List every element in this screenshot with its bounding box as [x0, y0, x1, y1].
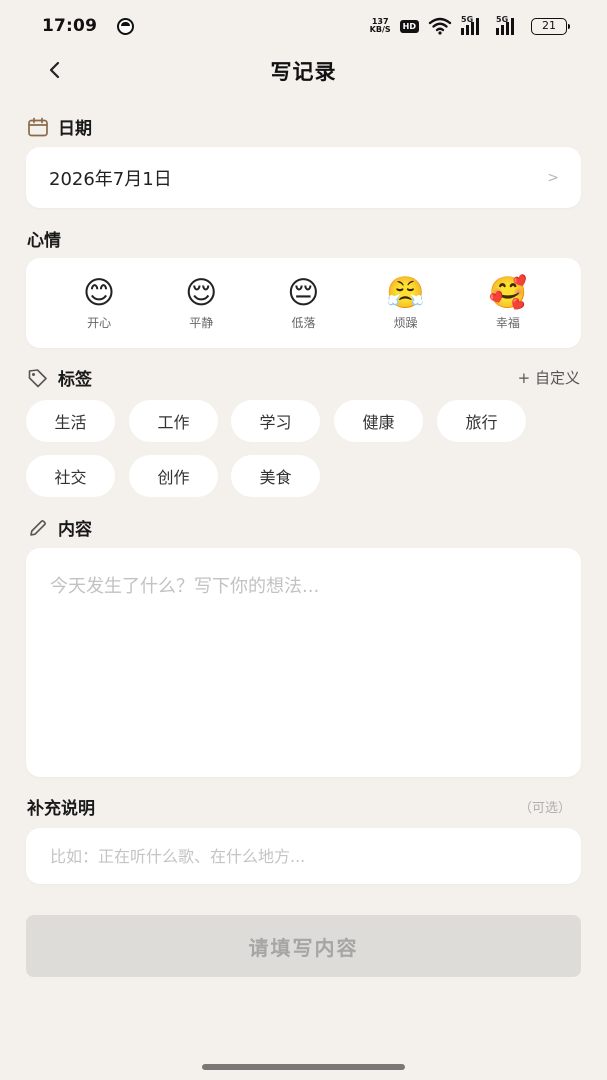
network-speed-unit: KB/S — [369, 25, 391, 34]
note-label: 补充说明 — [27, 799, 95, 819]
tags-label: 标签 — [58, 370, 92, 390]
tag-icon — [27, 367, 49, 389]
tag-chip[interactable]: 创作 — [129, 455, 218, 497]
note-card — [26, 828, 581, 884]
date-section-label: 日期 — [27, 114, 92, 139]
mood-option-label: 幸福 — [495, 316, 520, 330]
signal-icon: 5G — [461, 15, 487, 35]
mood-option-calm[interactable]: 😌 平静 — [166, 275, 236, 331]
calm-emoji-icon: 😌 — [185, 275, 218, 311]
irritated-emoji-icon: 😤 — [386, 275, 425, 311]
mood-option-down[interactable]: 😔 低落 — [268, 275, 338, 331]
network-speed: 137 KB/S — [370, 18, 391, 34]
home-indicator[interactable] — [202, 1064, 405, 1070]
note-input[interactable] — [50, 846, 557, 866]
chevron-right-icon: > — [547, 169, 559, 186]
tag-chip[interactable]: 旅行 — [437, 400, 526, 442]
content-section-label: 内容 — [27, 515, 92, 540]
mood-option-blissful[interactable]: 🥰 幸福 — [473, 275, 543, 331]
optional-hint: （可选） — [518, 801, 571, 816]
tags-section-label: 标签 — [27, 365, 92, 390]
pencil-icon — [27, 517, 49, 539]
hd-icon: HD — [399, 19, 419, 33]
signal-icon: 5G — [496, 15, 522, 35]
tag-chip[interactable]: 美食 — [231, 455, 320, 497]
mood-option-label: 低落 — [291, 316, 316, 330]
date-value: 2026年7月1日 — [49, 168, 172, 190]
mood-option-label: 烦躁 — [393, 316, 418, 330]
mood-selector: 😊 开心 😌 平静 😔 低落 😤 烦躁 🥰 幸福 — [26, 258, 581, 348]
status-bar: 17:09 137 KB/S HD 5G 5G 21 — [0, 0, 607, 52]
date-label: 日期 — [58, 119, 92, 139]
mood-option-label: 开心 — [87, 316, 112, 330]
add-custom-tag-button[interactable]: + 自定义 — [518, 367, 580, 388]
mood-section-label: 心情 — [27, 226, 61, 251]
content-card — [26, 548, 581, 777]
tag-chip[interactable]: 社交 — [26, 455, 115, 497]
submit-button[interactable]: 请填写内容 — [26, 915, 581, 977]
mood-option-label: 平静 — [189, 316, 214, 330]
happy-emoji-icon: 😊 — [82, 275, 116, 311]
status-icons: 137 KB/S HD 5G 5G 21 — [370, 15, 570, 35]
note-section-label: 补充说明 — [27, 794, 95, 819]
page-header: 写记录 — [0, 52, 607, 88]
tag-chip[interactable]: 生活 — [26, 400, 115, 442]
wifi-icon — [428, 17, 452, 35]
calendar-icon — [27, 116, 49, 138]
tag-chip[interactable]: 学习 — [231, 400, 320, 442]
notification-app-icon — [117, 17, 135, 35]
mood-option-happy[interactable]: 😊 开心 — [64, 275, 134, 331]
mood-label: 心情 — [27, 231, 61, 251]
page-title: 写记录 — [270, 60, 337, 84]
date-picker[interactable]: 2026年7月1日 > — [26, 147, 581, 208]
battery-icon: 21 — [531, 17, 570, 35]
blissful-emoji-icon: 🥰 — [488, 275, 528, 311]
tag-chip[interactable]: 健康 — [334, 400, 423, 442]
status-time: 17:09 — [42, 16, 98, 36]
tag-chip[interactable]: 工作 — [129, 400, 218, 442]
mood-option-irritated[interactable]: 😤 烦躁 — [371, 275, 441, 331]
content-label: 内容 — [58, 520, 92, 540]
content-textarea[interactable] — [50, 572, 557, 753]
sad-emoji-icon: 😔 — [287, 275, 320, 311]
